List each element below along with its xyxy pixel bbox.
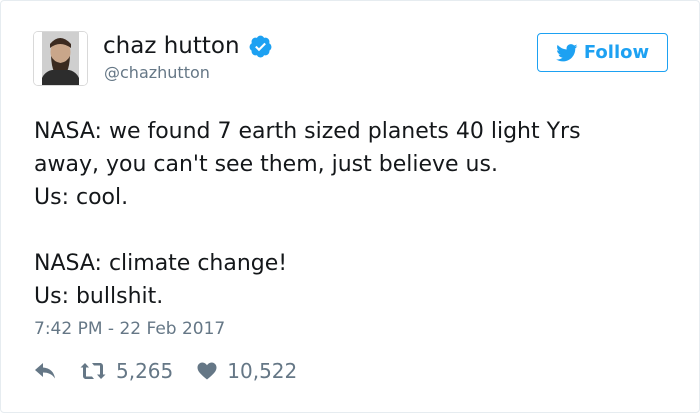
like-button[interactable]: 10,522 <box>197 359 297 383</box>
verified-badge-icon <box>248 34 273 59</box>
tweet-text-line: Us: cool. <box>34 185 129 210</box>
heart-icon <box>197 362 217 380</box>
avatar-image <box>34 32 87 85</box>
like-count: 10,522 <box>227 359 298 383</box>
display-name[interactable]: chaz hutton <box>103 31 240 61</box>
reply-icon <box>35 363 55 379</box>
author-name-row[interactable]: chaz hutton <box>103 31 273 61</box>
follow-button[interactable]: Follow <box>537 33 668 72</box>
tweet-timestamp[interactable]: 7:42 PM - 22 Feb 2017 <box>34 319 225 339</box>
tweet-text: NASA: we found 7 earth sized planets 40 … <box>34 115 674 313</box>
retweet-count: 5,265 <box>116 359 174 383</box>
tweet-actions: 5,265 10,522 <box>34 357 297 385</box>
tweet-text-line: Us: bullshit. <box>34 284 164 309</box>
tweet-card: chaz hutton @chazhutton Follow NASA: we … <box>0 0 700 413</box>
screen-name[interactable]: @chazhutton <box>104 63 210 82</box>
retweet-button[interactable]: 5,265 <box>80 359 173 383</box>
retweet-icon <box>80 363 106 379</box>
tweet-text-line <box>34 214 674 247</box>
tweet-text-line: NASA: climate change! <box>34 251 288 276</box>
tweet-text-line: NASA: we found 7 earth sized planets 40 … <box>34 119 581 144</box>
avatar[interactable] <box>34 32 87 85</box>
tweet-text-line: away, you can't see them, just believe u… <box>34 152 498 177</box>
reply-button[interactable] <box>34 362 56 380</box>
follow-label: Follow <box>583 42 650 63</box>
twitter-bird-icon <box>556 43 578 61</box>
